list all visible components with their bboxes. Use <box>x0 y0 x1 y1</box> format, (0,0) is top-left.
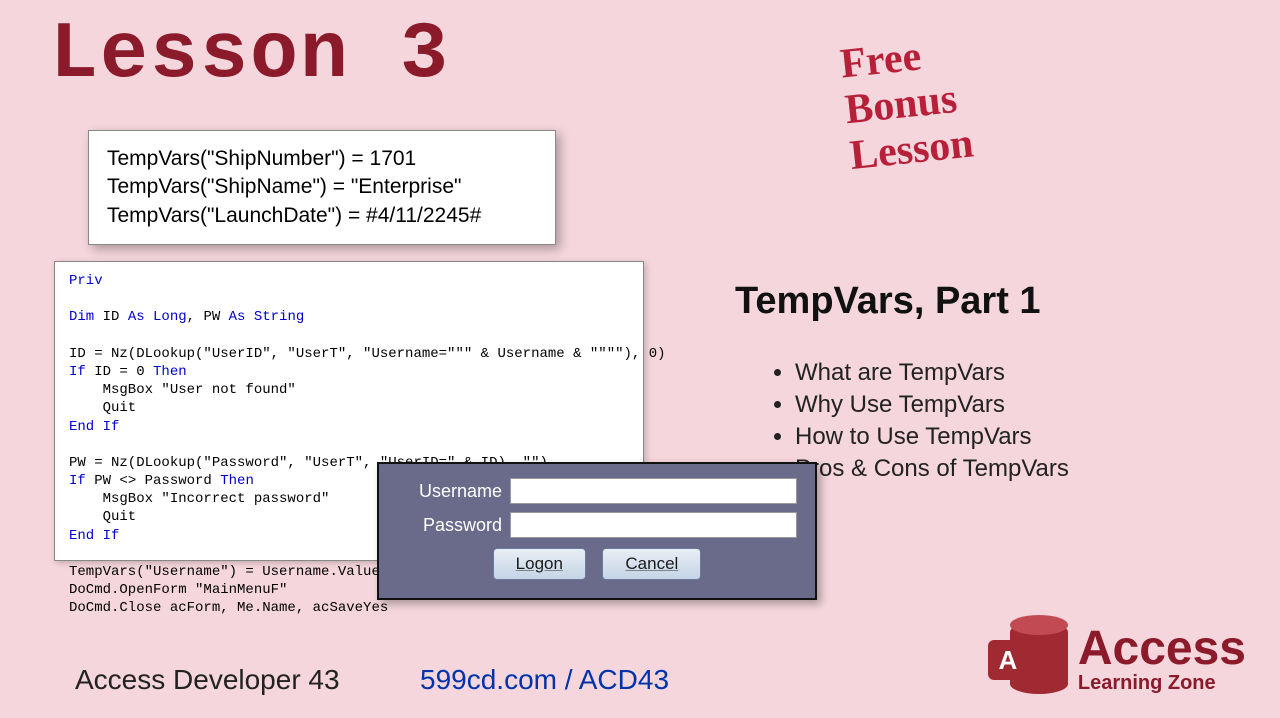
code-line: DoCmd.Close acForm, Me.Name, acSaveYes <box>69 600 388 616</box>
cancel-button[interactable]: Cancel <box>602 548 701 580</box>
code-line: TempVars("Username") = Username.Value <box>69 564 380 580</box>
logo-small: Learning Zone <box>1078 673 1246 693</box>
code-line: Quit <box>69 400 136 416</box>
snippet-line: TempVars("ShipNumber") = 1701 <box>107 145 537 173</box>
code-frag: As Long <box>128 309 187 325</box>
username-label: Username <box>397 481 502 502</box>
topic-subtitle: TempVars, Part 1 <box>735 280 1041 323</box>
access-learning-zone-logo: A Access Learning Zone <box>988 620 1246 698</box>
code-frag: If <box>69 473 86 489</box>
login-button-row: Logon Cancel <box>397 548 797 580</box>
list-item: How to Use TempVars <box>795 423 1069 451</box>
password-row: Password <box>397 512 797 538</box>
list-item: What are TempVars <box>795 359 1069 387</box>
list-item: Why Use TempVars <box>795 391 1069 419</box>
code-frag: Priv <box>69 273 103 289</box>
login-dialog: Username Password Logon Cancel <box>377 462 817 600</box>
code-line: MsgBox "User not found" <box>69 382 296 398</box>
username-row: Username <box>397 478 797 504</box>
code-line: End If <box>69 419 119 435</box>
tempvars-snippet: TempVars("ShipNumber") = 1701 TempVars("… <box>88 130 556 245</box>
code-line: MsgBox "Incorrect password" <box>69 491 329 507</box>
snippet-line: TempVars("LaunchDate") = #4/11/2245# <box>107 202 537 230</box>
code-frag: If <box>69 364 86 380</box>
snippet-line: TempVars("ShipName") = "Enterprise" <box>107 173 537 201</box>
code-line: Quit <box>69 509 136 525</box>
code-frag: ID <box>94 309 128 325</box>
free-bonus-text: Free Bonus Lesson <box>838 33 975 179</box>
code-frag: Then <box>153 364 187 380</box>
access-icon: A <box>988 620 1068 698</box>
code-line: ID = Nz(DLookup("UserID", "UserT", "User… <box>69 346 666 362</box>
code-frag: , PW <box>187 309 229 325</box>
logo-text: Access Learning Zone <box>1078 625 1246 693</box>
code-frag: Dim <box>69 309 94 325</box>
access-a-badge-icon: A <box>988 640 1028 680</box>
code-line: DoCmd.OpenForm "MainMenuF" <box>69 582 287 598</box>
footer-url: 599cd.com / ACD43 <box>420 664 669 696</box>
lesson-title: Lesson 3 <box>50 10 450 101</box>
free-bonus-badge: Free Bonus Lesson <box>838 29 976 180</box>
code-frag: PW <> Password <box>86 473 220 489</box>
code-frag: Then <box>220 473 254 489</box>
footer-course-title: Access Developer 43 <box>75 664 340 696</box>
list-item: Pros & Cons of TempVars <box>795 455 1069 483</box>
password-input[interactable] <box>510 512 797 538</box>
code-frag: As String <box>229 309 305 325</box>
logon-button[interactable]: Logon <box>493 548 586 580</box>
code-frag: ID = 0 <box>86 364 153 380</box>
logo-big: Access <box>1078 625 1246 673</box>
password-label: Password <box>397 515 502 536</box>
username-input[interactable] <box>510 478 797 504</box>
code-line: End If <box>69 528 119 544</box>
